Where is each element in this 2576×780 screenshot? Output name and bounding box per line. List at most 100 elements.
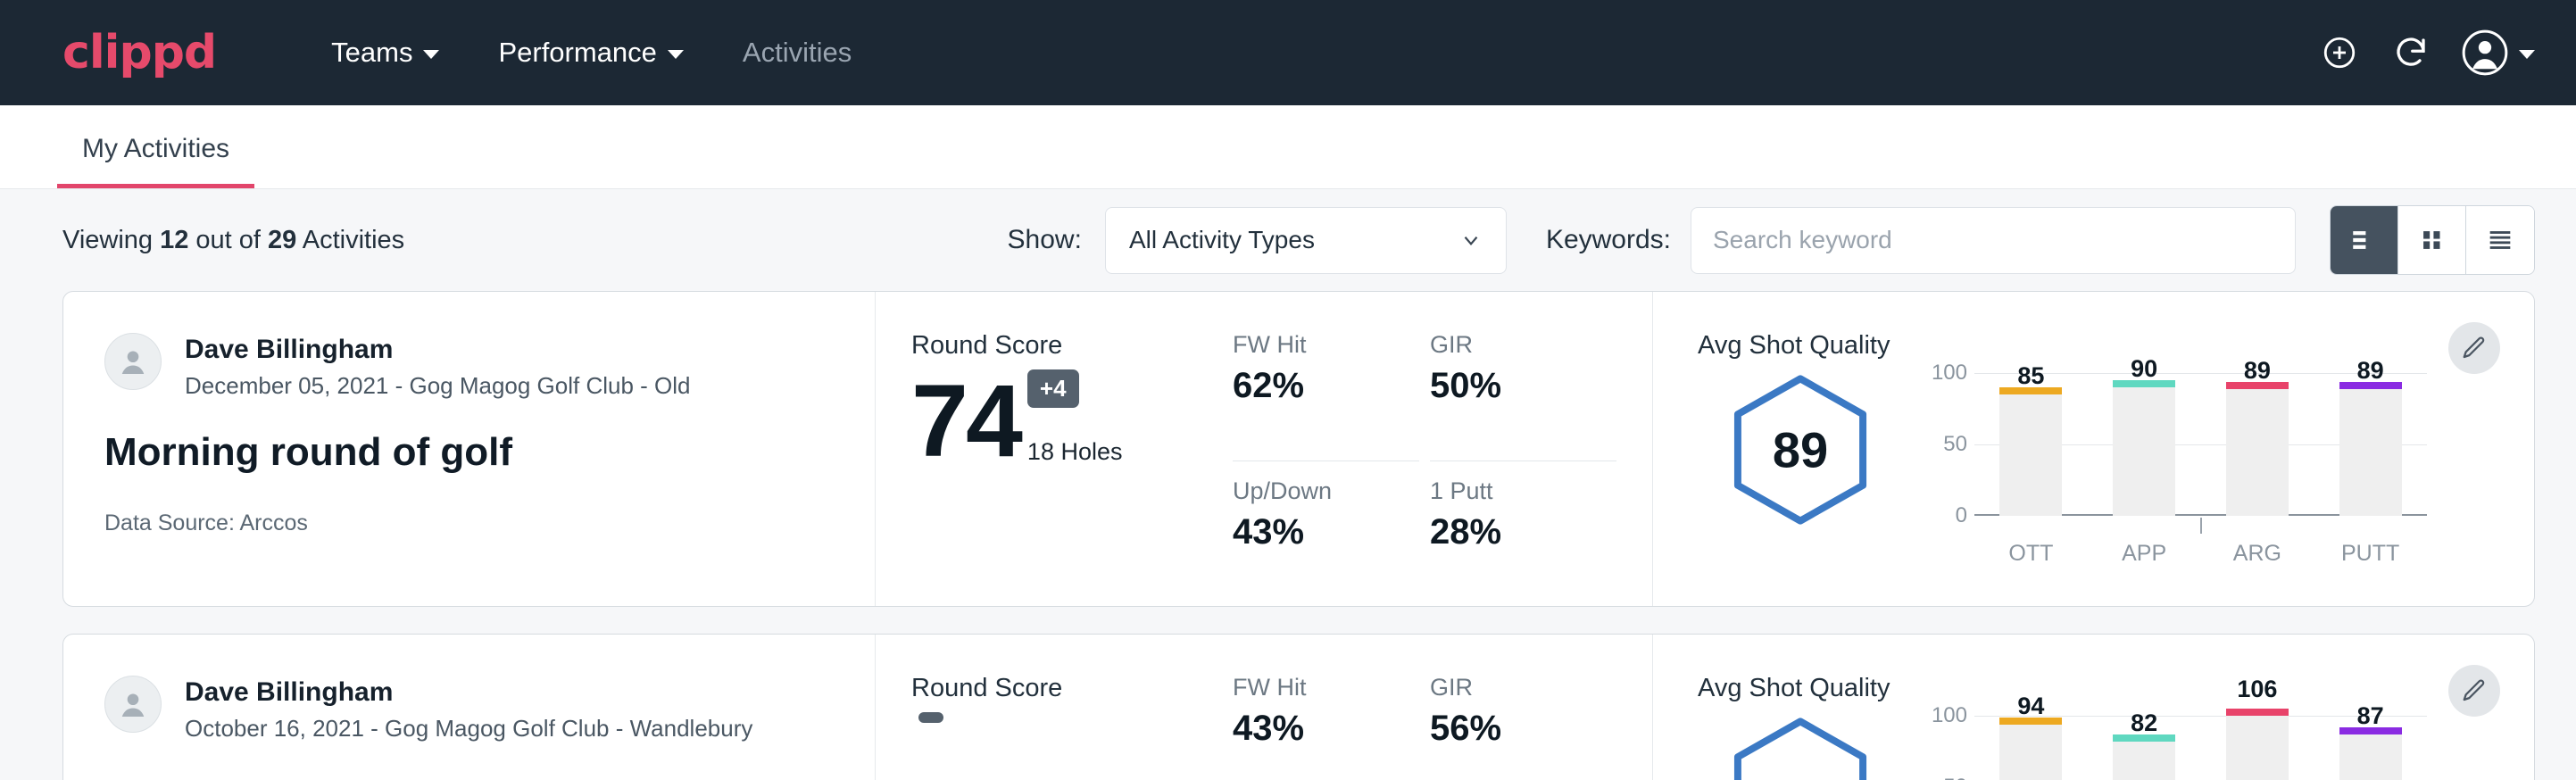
- filter-bar: Viewing 12 out of 29 Activities Show: Al…: [0, 189, 2576, 291]
- bar-column-app: 90: [2113, 373, 2175, 516]
- filter-controls: Show: All Activity Types Keywords:: [1008, 205, 2535, 275]
- edit-activity-button[interactable]: [2448, 665, 2500, 717]
- score-differential-badge: [918, 712, 943, 723]
- tab-my-activities[interactable]: My Activities: [57, 134, 254, 188]
- round-score-section: Round Score 74 +4 18 Holes: [876, 292, 1233, 606]
- tab-bar: My Activities: [0, 105, 2576, 189]
- round-stats: FW Hit 62% GIR 50% Up/Down 43% 1 Putt 28…: [1233, 292, 1652, 606]
- chevron-down-icon: [2519, 50, 2535, 59]
- y-tick: 0: [1956, 503, 1967, 528]
- avg-shot-quality-label: Avg Shot Quality: [1698, 674, 2534, 703]
- bar: [2113, 387, 2175, 516]
- bar: [2339, 734, 2402, 780]
- list-icon: [2349, 225, 2380, 255]
- stat-value: 62%: [1233, 366, 1419, 406]
- nav-item-label: Performance: [498, 37, 656, 69]
- x-label-app: APP: [2113, 518, 2175, 567]
- brand-logo[interactable]: clippd: [62, 29, 216, 76]
- stat-label: Up/Down: [1233, 477, 1419, 505]
- bar-value: 94: [2017, 693, 2044, 720]
- stat-label: GIR: [1430, 674, 1616, 701]
- player-name: Dave Billingham: [185, 333, 691, 367]
- avatar: [104, 676, 162, 733]
- round-score-label: Round Score: [911, 331, 1233, 361]
- bar: [2339, 389, 2402, 516]
- round-score-label: Round Score: [911, 674, 1233, 703]
- bar-column-ott: 85: [1999, 373, 2062, 516]
- bar-cap: [2113, 380, 2175, 387]
- bar-cap: [2226, 382, 2289, 389]
- chevron-down-icon: [668, 50, 684, 59]
- quality-hexagon: 89: [1698, 373, 1903, 527]
- stat-one-putt: 1 Putt 28%: [1430, 477, 1616, 607]
- person-icon: [114, 343, 152, 380]
- bar-value: 85: [2017, 362, 2044, 390]
- view-mode-toggle: [2330, 205, 2535, 275]
- activity-card[interactable]: Dave Billingham October 16, 2021 - Gog M…: [62, 634, 2535, 780]
- bar-cap: [2339, 727, 2402, 734]
- hexagon-icon: [1729, 716, 1872, 780]
- nav-item-label: Teams: [331, 37, 412, 69]
- grid-icon: [2417, 225, 2447, 255]
- tab-label: My Activities: [82, 134, 229, 163]
- grid-view-button[interactable]: [2398, 206, 2466, 274]
- compact-view-button[interactable]: [2466, 206, 2534, 274]
- nav-item-activities[interactable]: Activities: [713, 37, 881, 69]
- bar-column-arg: 106: [2226, 716, 2289, 780]
- stat-gir: GIR 56%: [1430, 674, 1616, 780]
- chart-y-axis: 100 50 0: [1919, 716, 1967, 780]
- round-score-value: 74: [911, 375, 1020, 469]
- chart-plot-area: 94 82: [1974, 716, 2427, 780]
- x-label-ott: OTT: [1999, 518, 2062, 567]
- list-view-button[interactable]: [2331, 206, 2398, 274]
- stat-label: FW Hit: [1233, 674, 1419, 701]
- chart-y-axis: 100 50 0: [1919, 373, 1967, 516]
- bar-column-app: 82: [2113, 716, 2175, 780]
- stat-value: 43%: [1233, 709, 1419, 749]
- bar-column-putt: 89: [2339, 373, 2402, 516]
- pencil-icon: [2461, 335, 2488, 361]
- nav-item-performance[interactable]: Performance: [469, 37, 712, 69]
- add-icon[interactable]: [2319, 32, 2360, 73]
- round-stats: FW Hit 43% GIR 56% Up/Down 1 Putt: [1233, 635, 1652, 780]
- activity-type-select[interactable]: All Activity Types: [1105, 207, 1507, 274]
- bar-value: 87: [2357, 702, 2384, 730]
- bar-cap: [1999, 387, 2062, 394]
- stat-value: 28%: [1430, 512, 1616, 552]
- chart-x-labels: OTT APP ARG PUTT: [1974, 518, 2427, 567]
- search-input[interactable]: [1691, 207, 2296, 274]
- refresh-icon[interactable]: [2390, 32, 2431, 73]
- bar-value: 89: [2357, 357, 2384, 385]
- stat-value: 50%: [1430, 366, 1616, 406]
- activity-summary: Dave Billingham December 05, 2021 - Gog …: [63, 292, 876, 606]
- holes-count: 18 Holes: [1027, 438, 1123, 466]
- x-label-arg: ARG: [2226, 518, 2289, 567]
- avg-shot-quality-label: Avg Shot Quality: [1698, 331, 2534, 361]
- score-differential-badge: +4: [1027, 369, 1079, 408]
- viewing-count: 12: [160, 226, 188, 254]
- round-score-section: Round Score: [876, 635, 1233, 780]
- chevron-down-icon: [423, 50, 439, 59]
- header-actions: [2319, 29, 2535, 76]
- top-navigation-bar: clippd Teams Performance Activities: [0, 0, 2576, 105]
- viewing-prefix: Viewing: [62, 226, 160, 254]
- stat-gir: GIR 50%: [1430, 331, 1616, 461]
- main-nav: Teams Performance Activities: [302, 37, 881, 69]
- activity-card[interactable]: Dave Billingham December 05, 2021 - Gog …: [62, 291, 2535, 607]
- nav-item-teams[interactable]: Teams: [302, 37, 469, 69]
- x-label-putt: PUTT: [2339, 518, 2402, 567]
- bar-value: 106: [2237, 676, 2277, 703]
- bar-column-ott: 94: [1999, 716, 2062, 780]
- shot-quality-chart: 100 50 0 94: [1903, 716, 2534, 780]
- stat-up-down: Up/Down 43%: [1233, 477, 1419, 607]
- activity-meta: December 05, 2021 - Gog Magog Golf Club …: [185, 372, 691, 400]
- chart-plot-area: 85 90: [1974, 373, 2427, 516]
- y-tick: 100: [1932, 703, 1967, 728]
- viewing-mid: out of: [188, 226, 268, 254]
- edit-activity-button[interactable]: [2448, 322, 2500, 374]
- stat-fw-hit: FW Hit 43%: [1233, 674, 1419, 780]
- player-name: Dave Billingham: [185, 676, 752, 709]
- stat-label: 1 Putt: [1430, 477, 1616, 505]
- stat-value: 56%: [1430, 709, 1616, 749]
- account-icon[interactable]: [2462, 29, 2535, 76]
